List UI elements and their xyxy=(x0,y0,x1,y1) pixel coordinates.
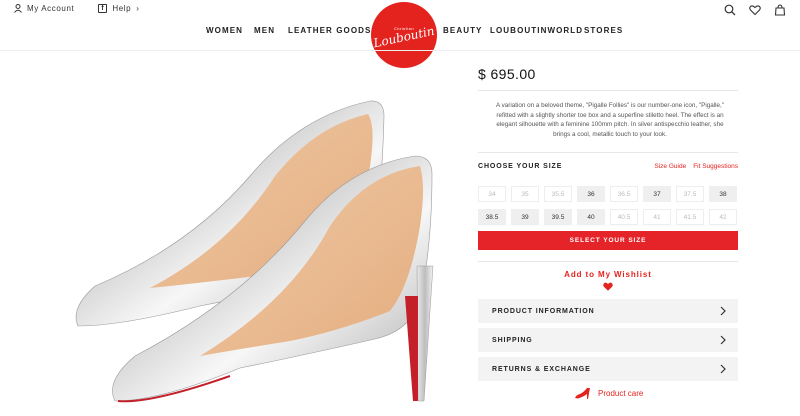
returns-exchange-label: RETURNS & EXCHANGE xyxy=(492,365,591,373)
nav-beauty[interactable]: BEAUTY xyxy=(443,26,483,35)
size-help-links: Size Guide Fit Suggestions xyxy=(654,163,738,170)
help-label: Help xyxy=(112,4,132,13)
nav-louboutinworld[interactable]: LOUBOUTINWORLD xyxy=(490,26,583,35)
heart-icon[interactable] xyxy=(603,282,613,291)
size-option-34[interactable]: 34 xyxy=(478,186,506,202)
description-divider xyxy=(478,152,738,153)
my-account-label: My Account xyxy=(27,4,75,13)
shipping-label: SHIPPING xyxy=(492,336,533,344)
header-icons xyxy=(724,3,786,21)
size-option-41[interactable]: 41 xyxy=(643,209,671,225)
size-option-37[interactable]: 37 xyxy=(643,186,671,202)
front-shoe-heel xyxy=(416,265,434,402)
add-to-wishlist-link[interactable]: Add to My Wishlist xyxy=(478,270,738,279)
size-option-40[interactable]: 40 xyxy=(577,209,605,225)
size-option-37-5[interactable]: 37.5 xyxy=(676,186,704,202)
accordion-returns-exchange[interactable]: RETURNS & EXCHANGE xyxy=(478,357,738,381)
wishlist-heart-icon[interactable] xyxy=(749,3,761,21)
front-shoe-sole xyxy=(405,296,418,401)
shopping-bag-icon[interactable] xyxy=(774,3,786,21)
header-divider xyxy=(0,50,800,51)
chevron-right-icon xyxy=(720,306,726,316)
accordion-product-information[interactable]: PRODUCT INFORMATION xyxy=(478,299,738,323)
select-divider xyxy=(478,261,738,262)
size-option-35-5[interactable]: 35.5 xyxy=(544,186,572,202)
size-option-38[interactable]: 38 xyxy=(709,186,737,202)
size-section-title: CHOOSE YOUR SIZE xyxy=(478,163,563,170)
facebook-icon: f xyxy=(98,4,108,13)
size-option-40-5[interactable]: 40.5 xyxy=(610,209,638,225)
size-option-36-5[interactable]: 36.5 xyxy=(610,186,638,202)
my-account-link[interactable]: My Account xyxy=(14,4,74,13)
size-option-38-5[interactable]: 38.5 xyxy=(478,209,506,225)
nav-stores[interactable]: STORES xyxy=(584,26,623,35)
search-icon[interactable] xyxy=(724,3,736,21)
product-image xyxy=(75,100,434,403)
user-icon xyxy=(14,4,22,13)
site-header: My Account f Help › WOMEN MEN LEATHER GO… xyxy=(0,0,800,68)
product-information-label: PRODUCT INFORMATION xyxy=(492,307,595,315)
accordion-shipping[interactable]: SHIPPING xyxy=(478,328,738,352)
fit-suggestions-link[interactable]: Fit Suggestions xyxy=(693,163,738,170)
size-grid: 34 35 35.5 36 36.5 37 37.5 38 38.5 39 39.5 40 40.5 41… xyxy=(478,186,738,225)
nav-men[interactable]: MEN xyxy=(254,26,275,35)
product-price: $ 695.00 xyxy=(478,66,536,82)
size-option-39[interactable]: 39 xyxy=(511,209,539,225)
nav-women[interactable]: WOMEN xyxy=(206,26,243,35)
size-option-35[interactable]: 35 xyxy=(511,186,539,202)
select-size-button[interactable]: SELECT YOUR SIZE xyxy=(478,231,738,250)
product-care-link[interactable]: Product care xyxy=(574,386,643,400)
size-option-41-5[interactable]: 41.5 xyxy=(676,209,704,225)
chevron-right-icon xyxy=(720,335,726,345)
price-divider xyxy=(478,90,738,91)
size-guide-link[interactable]: Size Guide xyxy=(654,163,686,170)
chevron-right-icon xyxy=(720,364,726,374)
product-care-label: Product care xyxy=(598,388,644,398)
nav-leather-goods[interactable]: LEATHER GOODS xyxy=(288,26,372,35)
help-caret: › xyxy=(136,4,140,13)
high-heel-icon xyxy=(575,388,590,399)
size-option-36[interactable]: 36 xyxy=(577,186,605,202)
utility-links: My Account f Help › xyxy=(14,4,139,13)
product-description: A variation on a beloved theme, "Pigalle… xyxy=(495,102,725,138)
size-option-42[interactable]: 42 xyxy=(709,209,737,225)
help-link[interactable]: f Help › xyxy=(98,4,139,13)
size-option-39-5[interactable]: 39.5 xyxy=(544,209,572,225)
